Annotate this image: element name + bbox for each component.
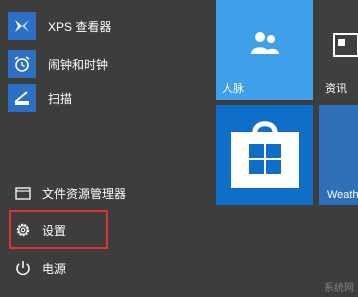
file-explorer-button[interactable]: 文件资源管理器 xyxy=(14,181,126,205)
folder-icon xyxy=(14,184,32,202)
watermark: 系统网 xyxy=(324,283,354,294)
tile-store[interactable] xyxy=(216,105,313,205)
tile-weather[interactable]: Weath xyxy=(319,105,358,205)
tile-people-label: 人脉 xyxy=(222,83,244,95)
news-icon xyxy=(333,33,358,62)
app-item-label: 扫描 xyxy=(48,91,73,106)
app-item-scan[interactable]: 扫描 xyxy=(8,84,72,112)
start-menu: XPS 查看器 闹钟和时钟 扫描 文件资源管理器 设置 电源 人脉 资讯 Wea… xyxy=(0,0,358,297)
app-item-xps-viewer[interactable]: XPS 查看器 xyxy=(8,12,111,40)
people-icon xyxy=(249,28,281,63)
app-item-label: 闹钟和时钟 xyxy=(48,57,109,72)
store-bag-icon xyxy=(227,118,303,195)
tile-news[interactable]: 资讯 xyxy=(319,0,358,100)
tile-news-label: 资讯 xyxy=(325,83,347,95)
app-item-label: XPS 查看器 xyxy=(48,19,112,34)
file-explorer-label: 文件资源管理器 xyxy=(42,186,127,201)
power-button[interactable]: 电源 xyxy=(14,256,66,280)
alarm-clock-icon xyxy=(8,50,36,78)
settings-highlight-box xyxy=(9,210,108,249)
tile-weather-label: Weath xyxy=(327,189,358,201)
start-menu-app-list: XPS 查看器 闹钟和时钟 扫描 文件资源管理器 设置 电源 xyxy=(0,0,206,297)
app-item-alarms-clock[interactable]: 闹钟和时钟 xyxy=(8,50,108,78)
scanner-icon xyxy=(8,84,36,112)
xps-viewer-icon xyxy=(8,12,36,40)
power-label: 电源 xyxy=(42,261,67,276)
tile-people[interactable]: 人脉 xyxy=(216,0,313,100)
power-icon xyxy=(14,259,32,277)
